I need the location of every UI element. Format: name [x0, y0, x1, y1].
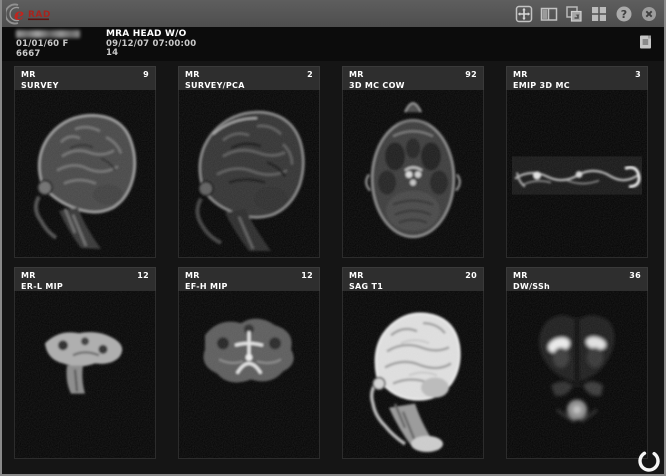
series-thumbnail-image[interactable]	[178, 291, 320, 459]
tile-layout-icon[interactable]	[589, 4, 608, 23]
series-header: MR 12 ER-L MIP	[14, 267, 156, 291]
series-thumbnail-cell[interactable]: MR 12 EF-H MIP	[178, 267, 320, 459]
series-thumbnail-image[interactable]	[342, 291, 484, 459]
series-thumbnail-image[interactable]	[342, 90, 484, 258]
series-label: SAG T1	[349, 282, 477, 291]
series-modality: MR	[349, 70, 364, 79]
series-thumbnail-cell[interactable]: MR 3 EMIP 3D MC	[506, 66, 648, 258]
top-toolbar: e RAD	[2, 0, 664, 27]
series-header: MR 12 EF-H MIP	[178, 267, 320, 291]
series-image-count: 12	[301, 271, 313, 280]
series-thumbnail-cell[interactable]: MR 2 SURVEY/PCA	[178, 66, 320, 258]
series-modality: MR	[185, 70, 200, 79]
series-label: SURVEY/PCA	[185, 81, 313, 90]
document-icon[interactable]	[637, 33, 654, 51]
series-label: ER-L MIP	[21, 282, 149, 291]
patient-id: 6667	[16, 50, 80, 60]
study-datetime: 09/12/07 07:00:00	[106, 40, 196, 50]
patient-study-bar: 01/01/60 F 6667 MRA HEAD W/O 09/12/07 07…	[2, 27, 664, 61]
series-label: DW/SSh	[513, 282, 641, 291]
series-header: MR 3 EMIP 3D MC	[506, 66, 648, 90]
series-thumbnail-image[interactable]	[506, 291, 648, 459]
series-modality: MR	[349, 271, 364, 280]
series-image-count: 36	[629, 271, 641, 280]
erad-logo: e RAD	[6, 2, 64, 26]
series-image-count: 20	[465, 271, 477, 280]
patient-name-redacted	[16, 30, 80, 38]
series-header: MR 9 SURVEY	[14, 66, 156, 90]
series-thumbnail-cell[interactable]: MR 9 SURVEY	[14, 66, 156, 258]
series-label: EF-H MIP	[185, 282, 313, 291]
series-label: EMIP 3D MC	[513, 81, 641, 90]
series-label: 3D MC COW	[349, 81, 477, 90]
series-grid: MR 9 SURVEY MR 2 SURVEY/PCA	[2, 61, 664, 459]
series-header: MR 20 SAG T1	[342, 267, 484, 291]
close-icon[interactable]	[639, 4, 658, 23]
series-thumbnail-image[interactable]	[14, 90, 156, 258]
series-thumbnail-image[interactable]	[506, 90, 648, 258]
export-images-icon[interactable]	[564, 4, 583, 23]
help-icon[interactable]: ?	[614, 4, 633, 23]
study-info-block: MRA HEAD W/O 09/12/07 07:00:00 14	[106, 30, 196, 59]
patient-info-block: 01/01/60 F 6667	[16, 30, 80, 59]
series-image-count: 2	[307, 70, 313, 79]
series-modality: MR	[21, 271, 36, 280]
series-image-count: 92	[465, 70, 477, 79]
toolbar-icon-group: ?	[514, 4, 658, 23]
svg-text:?: ?	[620, 8, 626, 21]
pacs-window: e RAD	[0, 0, 666, 476]
series-modality: MR	[513, 271, 528, 280]
series-thumbnail-image[interactable]	[14, 291, 156, 459]
series-label: SURVEY	[21, 81, 149, 90]
loading-spinner-icon	[636, 448, 663, 474]
series-image-count: 3	[635, 70, 641, 79]
series-header: MR 36 DW/SSh	[506, 267, 648, 291]
series-modality: MR	[185, 271, 200, 280]
series-modality: MR	[21, 70, 36, 79]
layout-panels-icon[interactable]	[539, 4, 558, 23]
series-thumbnail-cell[interactable]: MR 36 DW/SSh	[506, 267, 648, 459]
series-header: MR 2 SURVEY/PCA	[178, 66, 320, 90]
svg-text:e: e	[14, 5, 24, 24]
series-modality: MR	[513, 70, 528, 79]
series-image-count: 12	[137, 271, 149, 280]
series-header: MR 92 3D MC COW	[342, 66, 484, 90]
series-thumbnail-cell[interactable]: MR 20 SAG T1	[342, 267, 484, 459]
series-thumbnail-cell[interactable]: MR 92 3D MC COW	[342, 66, 484, 258]
study-series-total: 14	[106, 49, 196, 59]
series-image-count: 9	[143, 70, 149, 79]
series-thumbnail-image[interactable]	[178, 90, 320, 258]
series-thumbnail-cell[interactable]: MR 12 ER-L MIP	[14, 267, 156, 459]
fit-screen-icon[interactable]	[514, 4, 533, 23]
